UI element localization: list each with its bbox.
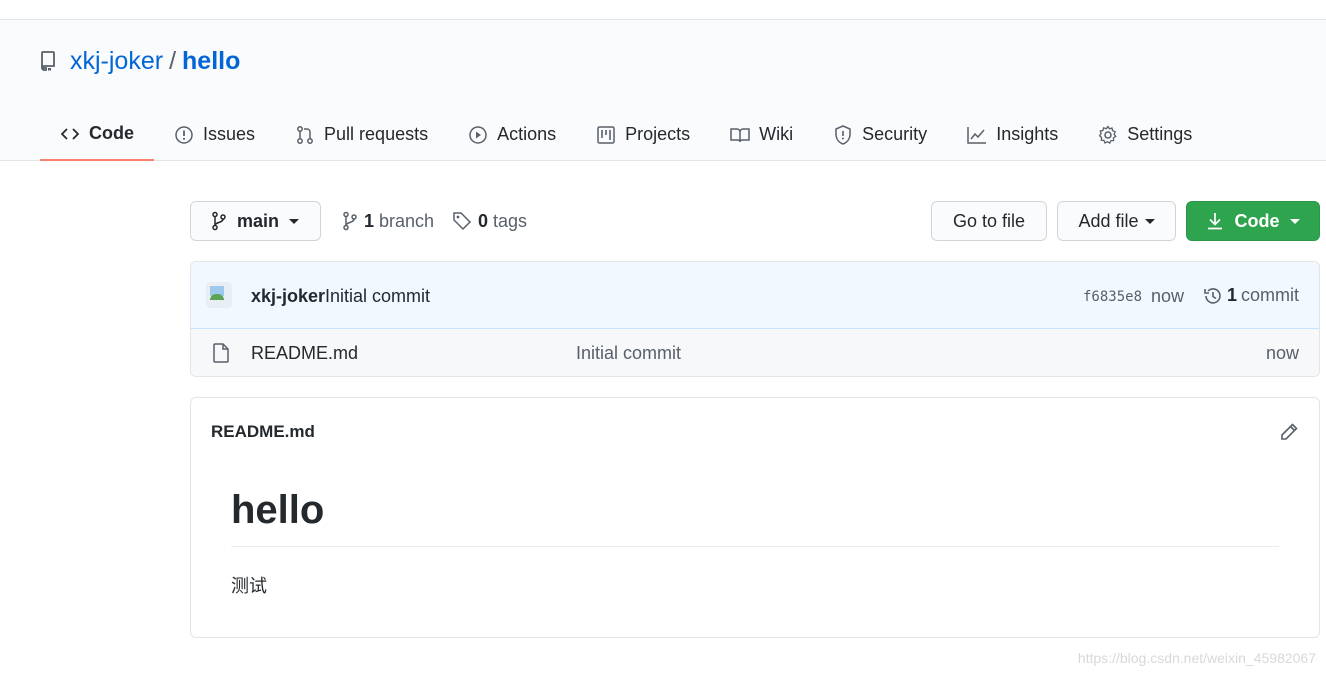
gear-icon [1098, 124, 1118, 145]
issue-icon [174, 125, 194, 145]
tab-label: Insights [996, 124, 1059, 144]
graph-icon [967, 125, 987, 145]
tab-label: Settings [1127, 124, 1193, 144]
file-commit-link[interactable]: Initial commit [576, 343, 681, 364]
latest-commit-bar: xkj-joker Initial commit f6835e8 now 1 c… [191, 262, 1319, 329]
go-to-file-button[interactable]: Go to file [931, 201, 1047, 241]
list-item: README.md Initial commit now [191, 329, 1319, 376]
repo-title-separator: / [169, 46, 177, 75]
commit-count: 1 [1227, 285, 1238, 305]
tab-security[interactable]: Security [813, 108, 947, 161]
tab-label: Pull requests [324, 124, 429, 144]
tab-label: Actions [497, 124, 557, 144]
book-icon [730, 125, 750, 145]
add-file-label: Add file [1078, 210, 1139, 231]
tab-projects[interactable]: Projects [576, 108, 710, 161]
code-download-button[interactable]: Code [1186, 201, 1320, 241]
tag-count: 0 [478, 210, 489, 231]
play-icon [468, 125, 488, 145]
commit-sha-link[interactable]: f6835e8 [1083, 289, 1142, 305]
readme-body: 测试 [231, 576, 267, 597]
branch-icon [211, 211, 227, 231]
branch-name: main [237, 210, 280, 231]
top-strip [0, 0, 1326, 20]
project-icon [596, 125, 616, 145]
download-icon [1207, 212, 1223, 230]
branches-link[interactable]: 1 branch [342, 210, 434, 232]
tab-wiki[interactable]: Wiki [710, 108, 813, 161]
branch-count: 1 [364, 210, 375, 231]
avatar[interactable] [206, 282, 232, 308]
divider [231, 546, 1279, 547]
tab-pull-requests[interactable]: Pull requests [275, 108, 448, 161]
branch-select-button[interactable]: main [190, 201, 321, 241]
branch-label: branch [379, 210, 435, 231]
repo-owner-link[interactable]: xkj-joker [70, 47, 163, 76]
code-icon [60, 124, 80, 144]
commit-time: now [1151, 286, 1185, 306]
file-list: xkj-joker Initial commit f6835e8 now 1 c… [190, 261, 1320, 377]
chevron-down-icon [1144, 218, 1155, 224]
commit-author-link[interactable]: xkj-joker [251, 286, 325, 307]
readme-title: README.md [211, 422, 315, 441]
pencil-icon[interactable] [1279, 422, 1299, 442]
tag-label: tags [493, 210, 528, 231]
add-file-button[interactable]: Add file [1057, 201, 1176, 241]
repo-title: xkj-joker / hello [40, 46, 240, 76]
tab-issues[interactable]: Issues [154, 108, 275, 161]
readme-box: README.md hello 测试 [190, 397, 1320, 638]
repo-name-link[interactable]: hello [182, 47, 240, 76]
code-button-label: Code [1234, 210, 1280, 231]
shield-icon [833, 124, 853, 145]
tab-label: Issues [203, 124, 256, 144]
tags-link[interactable]: 0 tags [452, 210, 527, 232]
tab-label: Security [862, 124, 928, 144]
tab-code[interactable]: Code [40, 108, 154, 161]
repo-nav-tabs: Code Issues Pull requests Actions Projec… [40, 108, 1212, 161]
repo-header: xkj-joker / hello Code Issues Pull reque… [0, 20, 1326, 161]
commit-message-link[interactable]: Initial commit [325, 286, 430, 307]
chevron-down-icon [289, 218, 300, 224]
pull-request-icon [295, 125, 315, 145]
tab-label: Wiki [759, 124, 794, 144]
history-icon [1203, 286, 1223, 306]
repo-icon [40, 50, 60, 72]
tab-settings[interactable]: Settings [1078, 108, 1212, 161]
tag-icon [452, 211, 472, 231]
file-age: now [1265, 343, 1299, 363]
tab-insights[interactable]: Insights [947, 108, 1078, 161]
tab-actions[interactable]: Actions [448, 108, 576, 161]
tab-label: Code [89, 123, 134, 143]
tab-label: Projects [625, 124, 691, 144]
branch-icon [342, 211, 358, 231]
watermark-text: https://blog.csdn.net/weixin_45982067 [1077, 650, 1316, 666]
file-icon [213, 343, 229, 363]
chevron-down-icon [1289, 218, 1300, 224]
commit-history-link[interactable]: 1 commit [1203, 285, 1299, 306]
commit-count-label: commit [1241, 285, 1300, 305]
readme-heading: hello [231, 488, 325, 532]
file-name-link[interactable]: README.md [251, 343, 358, 364]
